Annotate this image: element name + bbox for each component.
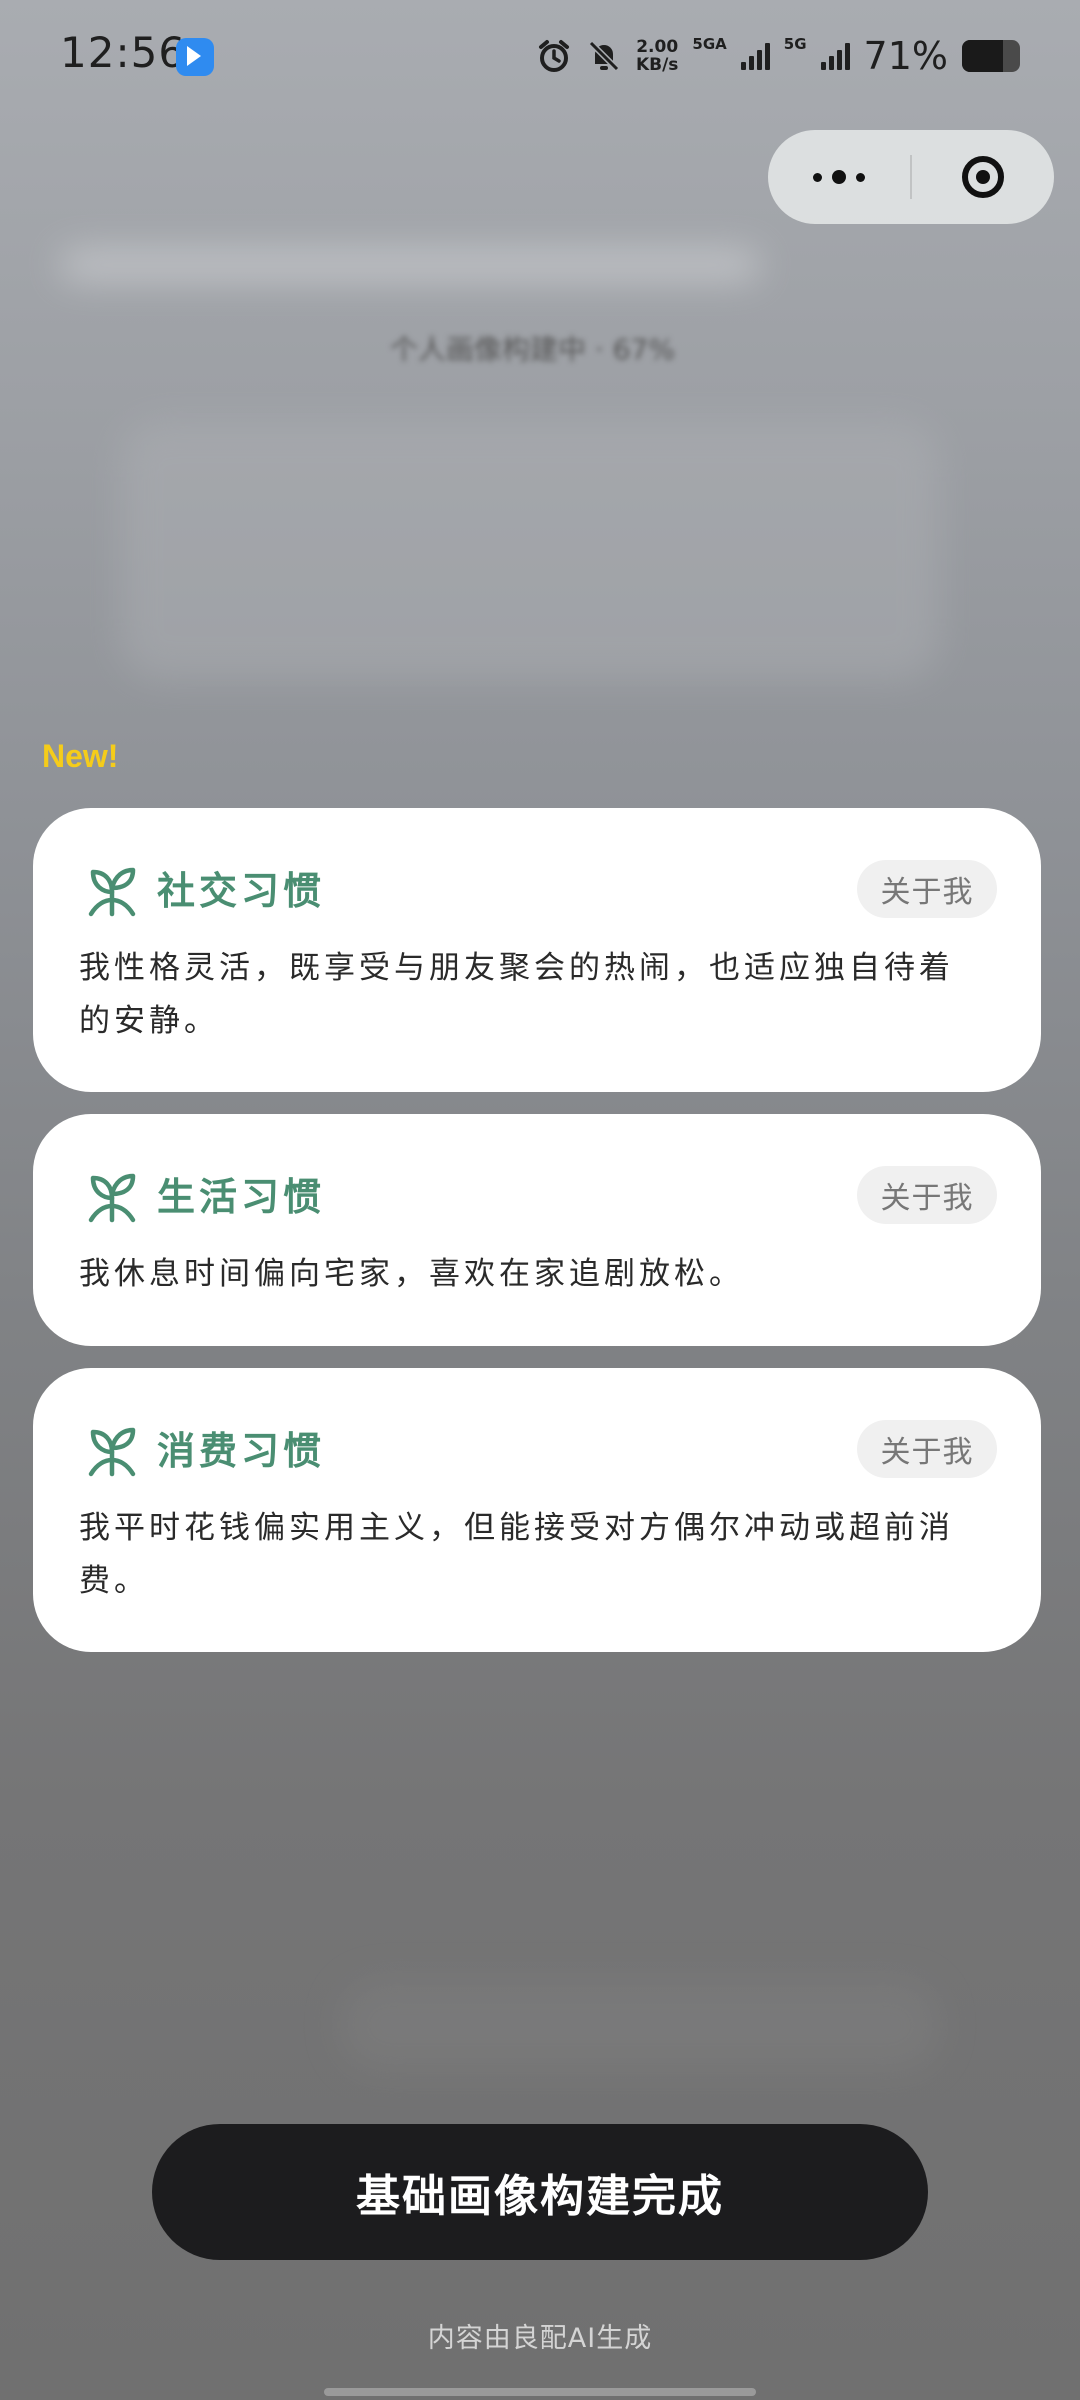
profile-complete-button[interactable]: 基础画像构建完成	[152, 2124, 928, 2260]
habit-card-lifestyle: 生活习惯 关于我 我休息时间偏向宅家，喜欢在家追剧放松。	[33, 1114, 1041, 1346]
more-dots-icon-right	[856, 172, 865, 182]
about-me-tag: 关于我	[857, 1166, 997, 1224]
sim1-signal-icon	[740, 42, 770, 70]
sim1-label: 5GA	[692, 35, 727, 53]
target-close-icon	[962, 156, 1004, 198]
network-speed-value: 2.00	[636, 37, 679, 57]
sprout-icon	[88, 867, 136, 917]
bg-blur-line	[60, 250, 760, 280]
ai-generated-note: 内容由良配AI生成	[427, 2323, 653, 2354]
home-indicator[interactable]	[324, 2388, 756, 2396]
sprout-icon	[88, 1173, 136, 1223]
about-me-tag: 关于我	[857, 1420, 997, 1478]
status-bar: 12:56 2.00 KB/s 5GA 5G 71%	[0, 0, 1080, 110]
network-speed-unit: KB/s	[635, 55, 679, 75]
alarm-icon	[538, 40, 569, 72]
close-miniprogram-button[interactable]	[912, 130, 1054, 224]
network-speed: 2.00 KB/s	[636, 38, 678, 74]
status-icons: 2.00 KB/s 5GA 5G 71%	[536, 32, 1020, 80]
about-me-tag: 关于我	[857, 860, 997, 918]
more-dots-icon-center	[832, 170, 846, 184]
card-title: 生活习惯	[157, 1175, 326, 1219]
sim2-label: 5G	[783, 35, 807, 53]
card-description: 我平时花钱偏实用主义，但能接受对方偶尔冲动或超前消费。	[79, 1510, 954, 1599]
battery-icon	[962, 40, 1020, 72]
bg-blur-block-bottom	[340, 1980, 940, 2070]
habit-card-spending: 消费习惯 关于我 我平时花钱偏实用主义，但能接受对方偶尔冲动或超前消费。	[33, 1368, 1041, 1652]
card-description: 我性格灵活，既享受与朋友聚会的热闹，也适应独自待着的安静。	[79, 950, 954, 1039]
blurred-progress-text: 个人画像构建中 · 67%	[390, 333, 675, 366]
bg-blur-block	[120, 420, 940, 680]
battery-fill	[962, 40, 1004, 72]
habit-card-social: 社交习惯 关于我 我性格灵活，既享受与朋友聚会的热闹，也适应独自待着的安静。	[33, 808, 1041, 1092]
more-dots-icon	[813, 172, 822, 182]
card-description: 我休息时间偏向宅家，喜欢在家追剧放松。	[79, 1256, 744, 1292]
miniprogram-capsule	[768, 130, 1054, 224]
card-title: 消费习惯	[157, 1429, 326, 1473]
app-notification-icon	[176, 38, 214, 76]
more-button[interactable]	[768, 130, 910, 224]
mute-bell-icon	[588, 40, 620, 72]
status-time: 12:56	[60, 28, 187, 77]
card-title: 社交习惯	[157, 869, 326, 913]
sim2-signal-icon	[820, 42, 850, 70]
new-badge: New!	[42, 738, 119, 774]
battery-percent: 71%	[863, 34, 948, 78]
sprout-icon	[88, 1427, 136, 1477]
